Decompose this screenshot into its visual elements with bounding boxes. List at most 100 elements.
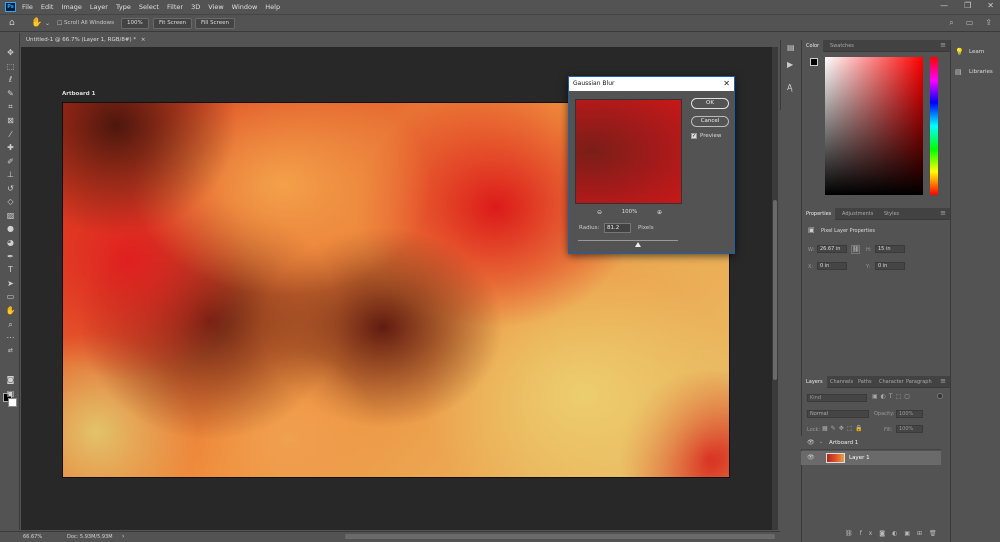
properties-panel-menu-icon[interactable]: ≡ <box>940 209 946 217</box>
gradient-tool-icon[interactable]: ▨ <box>5 211 16 221</box>
tab-paths[interactable]: Paths <box>854 376 876 388</box>
layer-filter-icons[interactable]: ▣◐T⬚▢ <box>872 393 913 400</box>
fit-screen-button[interactable]: Fit Screen <box>153 18 193 29</box>
blur-tool-icon[interactable]: ● <box>5 224 16 234</box>
workspace-icon[interactable]: ▭ <box>966 18 974 28</box>
cancel-button[interactable]: Cancel <box>691 116 729 127</box>
libraries-icon[interactable]: ▤ <box>955 68 962 76</box>
tab-channels[interactable]: Channels <box>826 376 857 388</box>
clone-stamp-tool-icon[interactable]: ⊥ <box>5 170 16 180</box>
close-window-icon[interactable]: ✕ <box>987 1 994 10</box>
color-foreground-swatch[interactable] <box>810 58 818 66</box>
document-tab-close-icon[interactable]: × <box>141 37 146 43</box>
layer-filter-kind[interactable]: Kind <box>807 394 867 402</box>
preview-checkbox[interactable]: ✓ <box>691 133 697 139</box>
y-field[interactable]: 0 in <box>875 262 905 270</box>
layer-row-artboard[interactable]: 👁 ⌄ Artboard 1 <box>801 436 941 450</box>
menu-select[interactable]: Select <box>139 3 159 11</box>
menu-file[interactable]: File <box>22 3 33 11</box>
scroll-all-checkbox[interactable]: ☐ <box>57 18 62 29</box>
libraries-label[interactable]: Libraries <box>969 69 993 75</box>
zoom-out-icon[interactable]: ⊖ <box>597 209 602 216</box>
width-field[interactable]: 26.67 in <box>817 245 847 253</box>
hue-slider[interactable] <box>930 57 938 195</box>
menu-image[interactable]: Image <box>61 3 81 11</box>
learn-icon[interactable]: 💡 <box>955 48 964 56</box>
lock-icons[interactable]: ▦✎✥⬚🔒 <box>822 425 866 432</box>
visibility-eye-icon[interactable]: 👁 <box>807 454 815 461</box>
tab-properties[interactable]: Properties <box>802 208 836 220</box>
crop-tool-icon[interactable]: ⌗ <box>5 102 16 112</box>
menu-filter[interactable]: Filter <box>167 3 183 11</box>
history-panel-icon[interactable]: ▤ <box>787 43 795 52</box>
tab-paragraph[interactable]: Paragraph <box>902 376 936 388</box>
history-brush-tool-icon[interactable]: ↺ <box>5 184 16 194</box>
menu-type[interactable]: Type <box>116 3 131 11</box>
dodge-tool-icon[interactable]: ◕ <box>5 238 16 248</box>
pen-tool-icon[interactable]: ✒ <box>5 252 16 262</box>
color-panel-menu-icon[interactable]: ≡ <box>940 41 946 49</box>
radius-input[interactable]: 81.2 <box>604 223 631 233</box>
screen-mode-icon[interactable]: ▣ <box>5 389 16 399</box>
status-arrow-icon[interactable]: › <box>122 532 124 542</box>
artboard-layer-name[interactable]: Artboard 1 <box>829 440 858 446</box>
menu-view[interactable]: View <box>208 3 223 11</box>
search-icon[interactable]: ⌕ <box>949 18 953 28</box>
tab-color[interactable]: Color <box>802 40 824 52</box>
frame-tool-icon[interactable]: ⊠ <box>5 116 16 126</box>
canvas-vertical-scroll-thumb[interactable] <box>773 200 777 380</box>
maximize-icon[interactable]: ❐ <box>964 1 971 10</box>
blend-mode-select[interactable]: Normal <box>807 410 869 418</box>
dialog-titlebar[interactable]: Gaussian Blur ✕ <box>569 77 734 91</box>
healing-brush-tool-icon[interactable]: ✚ <box>5 143 16 153</box>
expand-chevron-icon[interactable]: ⌄ <box>819 439 823 445</box>
layer1-name[interactable]: Layer 1 <box>849 455 870 461</box>
brush-tool-icon[interactable]: ✐ <box>5 157 16 167</box>
eyedropper-tool-icon[interactable]: ⁄ <box>5 130 16 140</box>
share-icon[interactable]: ⇪ <box>985 18 992 28</box>
hand-tool-icon-active[interactable]: ✋ <box>5 306 16 316</box>
type-tool-icon[interactable]: T <box>5 265 16 275</box>
opacity-field[interactable]: 100% <box>896 410 923 418</box>
path-select-tool-icon[interactable]: ➤ <box>5 279 16 289</box>
learn-label[interactable]: Learn <box>969 49 984 55</box>
menu-window[interactable]: Window <box>232 3 258 11</box>
glyphs-panel-icon[interactable]: Ą <box>787 83 792 92</box>
fill-screen-button[interactable]: Fill Screen <box>195 18 236 29</box>
blur-preview-window[interactable] <box>575 99 682 204</box>
tab-swatches[interactable]: Swatches <box>826 40 858 52</box>
menu-help[interactable]: Help <box>265 3 280 11</box>
minimize-icon[interactable]: — <box>940 1 948 10</box>
quick-mask-icon[interactable]: ◙ <box>5 375 16 385</box>
menu-3d[interactable]: 3D <box>191 3 200 11</box>
swap-colors-icon[interactable]: ⇄ <box>5 346 16 356</box>
tab-styles[interactable]: Styles <box>880 208 903 220</box>
marquee-tool-icon[interactable]: ⬚ <box>5 62 16 72</box>
lasso-tool-icon[interactable]: ℓ <box>5 75 16 85</box>
height-field[interactable]: 15 in <box>875 245 905 253</box>
background-color-swatch[interactable] <box>8 398 17 407</box>
move-tool-icon[interactable]: ✥ <box>5 48 16 58</box>
zoom-in-icon[interactable]: ⊕ <box>657 209 662 216</box>
tool-preset-chevron-icon[interactable]: ⌄ <box>45 18 50 29</box>
menu-edit[interactable]: Edit <box>41 3 54 11</box>
layers-panel-menu-icon[interactable]: ≡ <box>940 377 946 385</box>
dialog-close-icon[interactable]: ✕ <box>723 77 730 91</box>
status-zoom[interactable]: 66.67% <box>23 532 42 542</box>
filter-toggle-icon[interactable] <box>937 393 943 399</box>
color-spectrum-field[interactable] <box>825 57 923 195</box>
menu-layer[interactable]: Layer <box>90 3 108 11</box>
radius-slider-thumb[interactable] <box>635 242 641 247</box>
canvas-horizontal-scroll-thumb[interactable] <box>345 534 775 539</box>
layer-row-layer1[interactable]: 👁 Layer 1 <box>801 451 941 465</box>
home-icon[interactable]: ⌂ <box>9 18 15 29</box>
ok-button[interactable]: OK <box>691 98 729 109</box>
tab-layers[interactable]: Layers <box>802 376 827 388</box>
link-dimensions-icon[interactable]: ⛓ <box>851 245 860 254</box>
layers-footer-icons[interactable]: ⛓fx◙◐▣⊞🗑 <box>845 530 944 537</box>
fill-field[interactable]: 100% <box>896 425 923 433</box>
artboard-label[interactable]: Artboard 1 <box>62 91 95 97</box>
eraser-tool-icon[interactable]: ◇ <box>5 197 16 207</box>
actions-panel-icon[interactable]: ▶ <box>787 60 793 69</box>
radius-slider-track[interactable] <box>578 240 678 241</box>
